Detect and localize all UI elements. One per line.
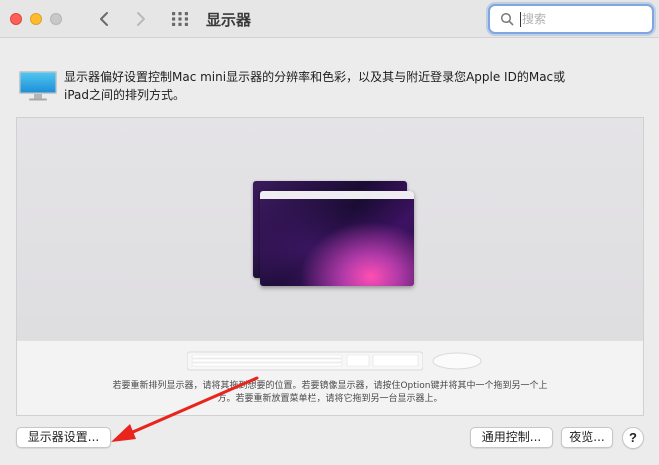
chevron-left-icon xyxy=(100,12,108,26)
chevron-right-icon xyxy=(137,12,145,26)
text-cursor xyxy=(520,12,521,27)
search-field[interactable] xyxy=(488,4,654,34)
description-line-1: 显示器偏好设置控制Mac mini显示器的分辨率和色彩，以及其与附近登录您App… xyxy=(64,70,566,84)
arrangement-hint-line-1: 若要重新排列显示器，请将其拖到想要的位置。若要镜像显示器，请按住Option键并… xyxy=(112,381,548,391)
mouse-icon xyxy=(432,352,482,370)
back-button[interactable] xyxy=(91,6,117,32)
forward-button[interactable] xyxy=(128,6,154,32)
menu-bar-strip[interactable] xyxy=(260,191,414,199)
help-button[interactable]: ? xyxy=(622,427,644,449)
search-input[interactable] xyxy=(522,10,642,28)
grid-icon xyxy=(172,12,188,26)
display-arrangement-panel: 若要重新排列显示器，请将其拖到想要的位置。若要镜像显示器，请按住Option键并… xyxy=(16,117,644,416)
window-title: 显示器 xyxy=(206,11,252,29)
search-icon xyxy=(500,12,514,26)
display-settings-button[interactable]: 显示器设置... xyxy=(16,427,111,448)
arrangement-hint: 若要重新排列显示器，请将其拖到想要的位置。若要镜像显示器，请按住Option键并… xyxy=(17,380,643,406)
universal-control-button[interactable]: 通用控制... xyxy=(470,427,553,448)
description: 显示器偏好设置控制Mac mini显示器的分辨率和色彩，以及其与附近登录您App… xyxy=(64,68,644,104)
show-all-button[interactable] xyxy=(170,11,190,27)
keyboard-icon xyxy=(187,351,423,371)
zoom-window-button[interactable] xyxy=(50,13,62,25)
wallpaper xyxy=(260,191,414,286)
close-window-button[interactable] xyxy=(10,13,22,25)
minimize-window-button[interactable] xyxy=(30,13,42,25)
display-thumbnail-main[interactable] xyxy=(260,191,414,286)
night-shift-button[interactable]: 夜览... xyxy=(561,427,613,448)
display-icon xyxy=(19,71,57,101)
title-bar: 显示器 xyxy=(0,0,659,38)
description-line-2: iPad之间的排列方式。 xyxy=(64,88,186,102)
arrangement-hint-line-2: 方。若要重新放置菜单栏，请将它拖到另一台显示器上。 xyxy=(217,394,443,404)
